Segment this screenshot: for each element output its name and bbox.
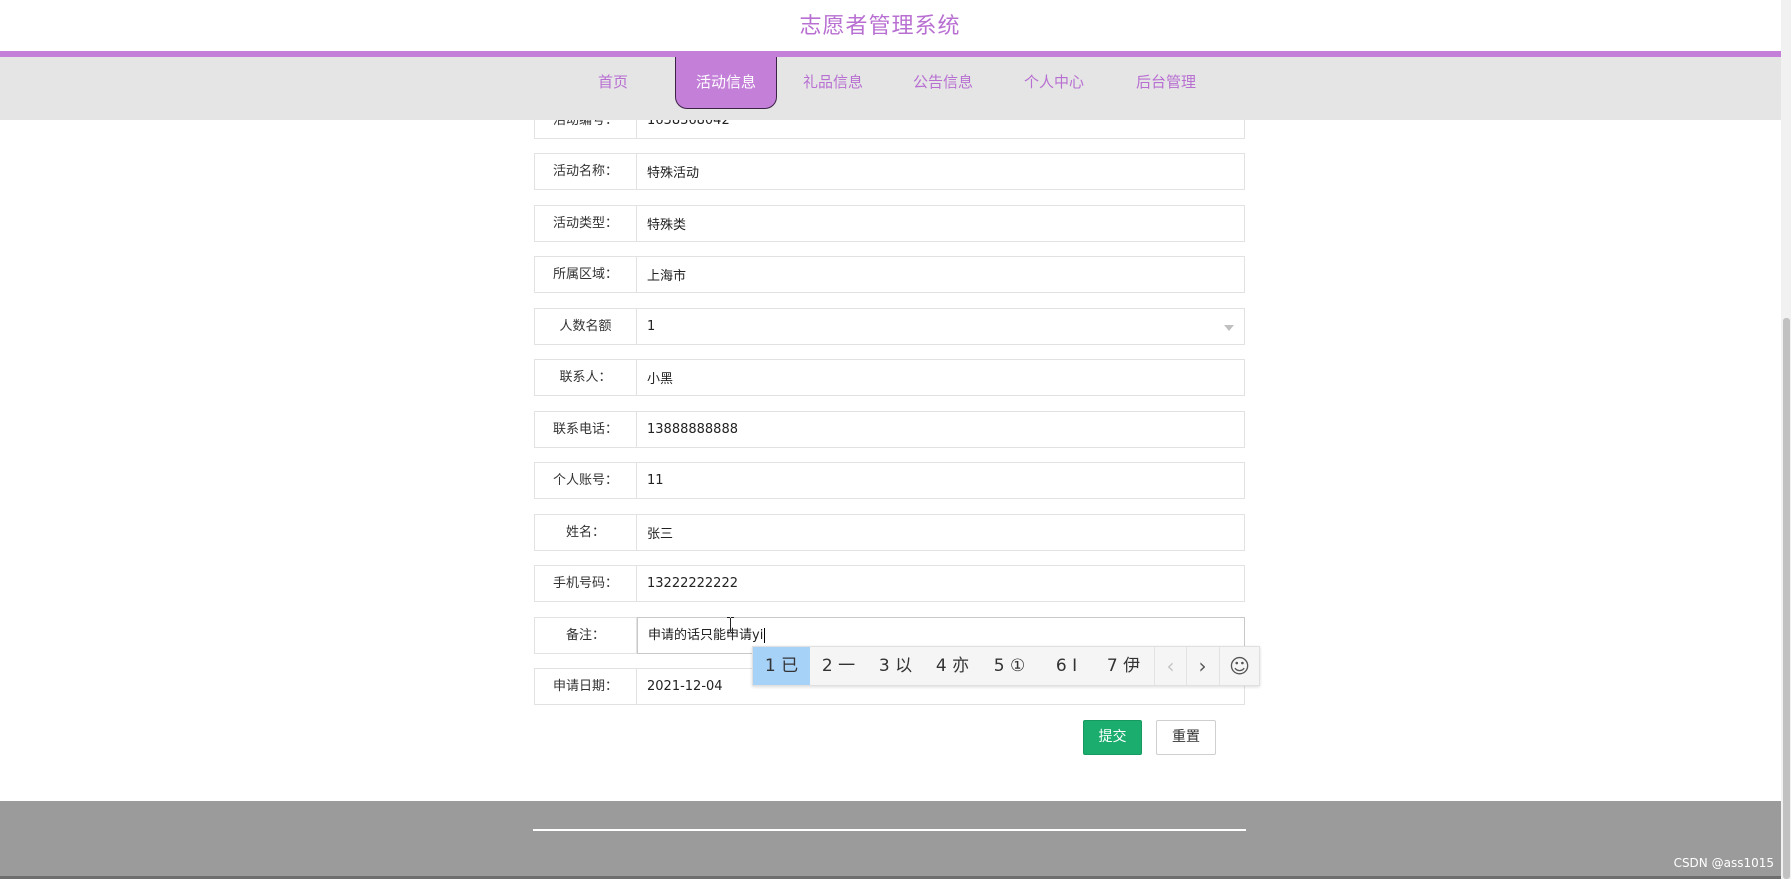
form-label: 姓名： [534, 514, 637, 551]
form-label: 联系电话： [534, 411, 637, 448]
form-row-activity-type: 活动类型： [534, 205, 1245, 242]
watermark: CSDN @ass1015 [1673, 856, 1774, 870]
ime-candidate-num: 7 [1106, 656, 1118, 676]
ime-candidate[interactable]: 7 伊 [1095, 647, 1152, 685]
ime-candidate[interactable]: 3 以 [867, 647, 924, 685]
ime-candidate-text: 已 [781, 656, 799, 676]
name-field[interactable] [637, 514, 1245, 551]
activity-type-field[interactable] [637, 205, 1245, 242]
emoji-icon[interactable]: ☺ [1219, 647, 1259, 685]
text-cursor-icon [727, 617, 734, 633]
form-label: 活动类型： [534, 205, 637, 242]
ime-candidate-num: 3 [878, 656, 890, 676]
nav-bar: 首页 活动信息 礼品信息 公告信息 个人中心 后台管理 [0, 57, 1781, 120]
ime-candidate-text: Ⅰ [1072, 656, 1078, 676]
nav-item-admin[interactable]: 后台管理 [1129, 57, 1203, 107]
scrollbar-thumb[interactable] [1783, 318, 1790, 879]
form-label: 手机号码： [534, 565, 637, 602]
ime-candidate-num: 1 [764, 656, 776, 676]
nav-item-notices[interactable]: 公告信息 [906, 57, 980, 107]
form-label: 活动名称： [534, 153, 637, 190]
ime-candidate-text: 一 [838, 656, 856, 676]
form-label: 个人账号： [534, 462, 637, 499]
ime-candidate-text: ① [1009, 656, 1026, 676]
text-caret [764, 628, 766, 643]
form-label: 联系人： [534, 359, 637, 396]
nav-item-gifts[interactable]: 礼品信息 [796, 57, 870, 107]
ime-next-page-icon[interactable]: › [1186, 647, 1218, 685]
ime-candidate[interactable]: 5 ① [981, 647, 1038, 685]
ime-candidate-bar: 1 已 2 一 3 以 4 亦 5 ① 6 Ⅰ 7 伊 ‹ › ☺ [752, 646, 1260, 686]
mobile-field[interactable] [637, 565, 1245, 602]
account-field[interactable] [637, 462, 1245, 499]
nav-item-activity[interactable]: 活动信息 [675, 57, 777, 109]
region-field[interactable] [637, 256, 1245, 293]
ime-candidate-text: 伊 [1123, 656, 1141, 676]
chevron-down-icon[interactable] [1224, 325, 1234, 331]
ime-candidate-num: 4 [935, 656, 947, 676]
ime-candidate-num: 6 [1055, 656, 1067, 676]
form-row-account: 个人账号： [534, 462, 1245, 499]
form-label: 人数名额 [534, 308, 637, 345]
ime-candidate-text: 以 [895, 656, 913, 676]
remark-field-text: 申请的话只能申请yi [648, 628, 764, 643]
ime-candidate[interactable]: 1 已 [753, 647, 810, 685]
quota-select-value: 1 [647, 319, 656, 334]
reset-button[interactable]: 重置 [1156, 720, 1216, 755]
form-row-contact-phone: 联系电话： [534, 411, 1245, 448]
page-root: { "site": { "title": "志愿者管理系统" }, "nav":… [0, 0, 1791, 879]
quota-select[interactable]: 1 [637, 308, 1245, 345]
ime-prev-page-icon[interactable]: ‹ [1154, 647, 1186, 685]
form-row-quota: 人数名额 1 [534, 308, 1245, 345]
ime-candidate-num: 2 [821, 656, 833, 676]
form-row-activity-name: 活动名称： [534, 153, 1245, 190]
form-row-contact: 联系人： [534, 359, 1245, 396]
ime-candidate[interactable]: 4 亦 [924, 647, 981, 685]
ime-candidate-num: 5 [993, 656, 1005, 676]
footer-divider [533, 829, 1246, 831]
ime-candidate[interactable]: 6 Ⅰ [1038, 647, 1095, 685]
nav-item-home[interactable]: 首页 [584, 57, 642, 107]
form-label: 申请日期： [534, 668, 637, 705]
nav-item-profile[interactable]: 个人中心 [1017, 57, 1091, 107]
footer [0, 801, 1781, 879]
ime-candidate[interactable]: 2 一 [810, 647, 867, 685]
form-row-region: 所属区域： [534, 256, 1245, 293]
contact-phone-field[interactable] [637, 411, 1245, 448]
contact-field[interactable] [637, 359, 1245, 396]
submit-button[interactable]: 提交 [1083, 720, 1142, 755]
form-row-name: 姓名： [534, 514, 1245, 551]
site-title: 志愿者管理系统 [799, 14, 961, 39]
form-row-mobile: 手机号码： [534, 565, 1245, 602]
activity-name-field[interactable] [637, 153, 1245, 190]
form-label: 所属区域： [534, 256, 637, 293]
ime-candidate-text: 亦 [952, 656, 970, 676]
form-label: 备注： [534, 617, 637, 654]
